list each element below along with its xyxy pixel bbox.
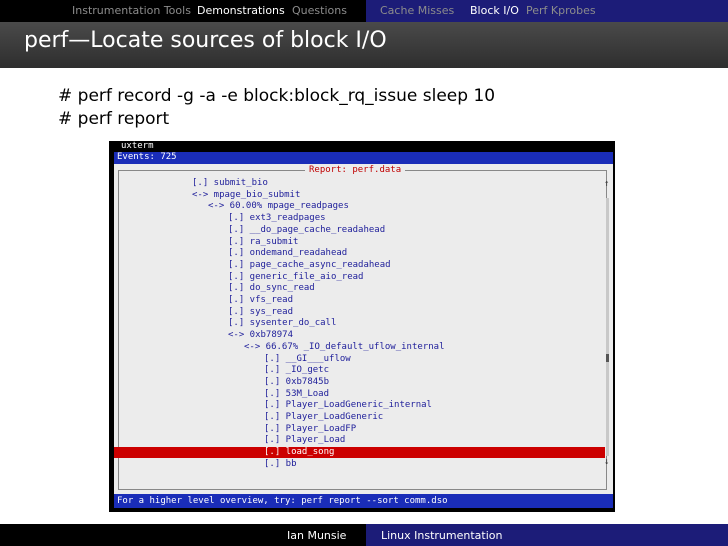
terminal-window-title: uxterm: [121, 141, 154, 151]
nav-subsection-block-io[interactable]: Block I/O: [470, 4, 519, 17]
callgraph-row[interactable]: [.] sys_read: [114, 307, 293, 318]
callgraph-row[interactable]: [.] 0xb7845b: [114, 377, 329, 388]
callgraph-symbol: [.] Player_Load: [264, 435, 346, 446]
callgraph-row[interactable]: [.] Player_LoadFP: [114, 424, 356, 435]
callgraph-row[interactable]: [.] load_song: [114, 447, 605, 459]
events-count: Events: 725: [117, 152, 177, 162]
callgraph-row[interactable]: [.] 53M_Load: [114, 389, 329, 400]
callgraph-symbol: <-> 60.00% mpage_readpages: [208, 201, 349, 212]
command-record: # perf record -g -a -e block:block_rq_is…: [58, 86, 496, 106]
hint-text: For a higher level overview, try: perf r…: [117, 496, 448, 506]
callgraph-symbol: <-> 0xb78974: [228, 330, 294, 341]
scroll-down-arrow-icon[interactable]: ↓: [604, 457, 609, 467]
callgraph-symbol: <-> 66.67% _IO_default_uflow_internal: [244, 341, 445, 352]
callgraph-row[interactable]: <-> mpage_bio_submit: [114, 190, 300, 201]
callgraph-symbol: [.] 0xb7845b: [264, 376, 330, 387]
callgraph-row[interactable]: [.] ra_submit: [114, 237, 298, 248]
callgraph-symbol: [.] sys_read: [228, 306, 294, 317]
callgraph-symbol: [.] do_sync_read: [228, 283, 315, 294]
callgraph-symbol: [.] bb: [264, 458, 297, 469]
callgraph-row[interactable]: [.] bb: [114, 459, 297, 470]
scrollbar-thumb[interactable]: [606, 354, 609, 362]
callgraph-symbol: [.] _IO_getc: [264, 365, 330, 376]
slide-title: perf—Locate sources of block I/O: [24, 28, 387, 53]
callgraph-symbol: [.] ondemand_readahead: [228, 248, 348, 259]
callgraph-symbol: [.] generic_file_aio_read: [228, 271, 364, 282]
callgraph-symbol: [.] load_song: [264, 447, 335, 458]
command-report: # perf report: [58, 109, 170, 129]
callgraph-row[interactable]: [.] ext3_readpages: [114, 213, 326, 224]
subsection-nav: Cache Misses Block I/O Perf Kprobes: [366, 0, 728, 22]
callgraph-symbol: [.] __do_page_cache_readahead: [228, 224, 386, 235]
callgraph-row[interactable]: [.] Player_LoadGeneric_internal: [114, 400, 432, 411]
callgraph-row[interactable]: [.] do_sync_read: [114, 283, 315, 294]
footer-talk-title: Linux Instrumentation: [381, 529, 503, 542]
callgraph-row[interactable]: [.] generic_file_aio_read: [114, 272, 363, 283]
hint-bar: For a higher level overview, try: perf r…: [114, 494, 613, 508]
callgraph-symbol: [.] Player_LoadGeneric_internal: [264, 400, 432, 411]
report-panel: Report: perf.data [.] submit_bio <-> mpag…: [114, 164, 613, 494]
scroll-up-arrow-icon[interactable]: ↑: [604, 179, 609, 189]
callgraph-symbol: [.] ext3_readpages: [228, 213, 326, 224]
nav-section-questions[interactable]: Questions: [292, 4, 347, 17]
scrollbar-track[interactable]: [606, 198, 609, 456]
nav-subsection-perf-kprobes[interactable]: Perf Kprobes: [526, 4, 596, 17]
callgraph-symbol: [.] 53M_Load: [264, 388, 330, 399]
nav-section-instrumentation-tools[interactable]: Instrumentation Tools: [72, 4, 191, 17]
nav-subsection-cache-misses[interactable]: Cache Misses: [380, 4, 454, 17]
callgraph-symbol: [.] Player_LoadGeneric: [264, 412, 384, 422]
callgraph-row[interactable]: [.] _IO_getc: [114, 365, 329, 376]
callgraph-symbol: [.] page_cache_async_readahead: [228, 259, 391, 270]
callgraph-symbol: <-> mpage_bio_submit: [192, 189, 301, 200]
callgraph-row[interactable]: <-> 0xb78974: [114, 330, 293, 341]
callgraph-symbol: [.] submit_bio: [192, 178, 268, 188]
callgraph-symbol: [.] __GI___uflow: [264, 353, 351, 364]
nav-section-demonstrations[interactable]: Demonstrations: [197, 4, 285, 17]
callgraph-row[interactable]: [.] page_cache_async_readahead: [114, 260, 391, 271]
callgraph-row[interactable]: <-> 60.00% mpage_readpages: [114, 201, 349, 212]
callgraph-row[interactable]: [.] __GI___uflow: [114, 354, 351, 365]
callgraph-symbol: [.] ra_submit: [228, 236, 299, 247]
callgraph-symbol: [.] sysenter_do_call: [228, 318, 337, 329]
footer-author: Ian Munsie: [287, 529, 347, 542]
callgraph-symbol: [.] vfs_read: [228, 295, 294, 305]
section-nav: Instrumentation Tools Demonstrations Que…: [0, 0, 366, 22]
callgraph-symbol: [.] Player_LoadFP: [264, 423, 357, 434]
callgraph-row[interactable]: [.] vfs_read: [114, 295, 293, 306]
callgraph-row[interactable]: [.] sysenter_do_call: [114, 318, 336, 329]
callgraph-row[interactable]: [.] __do_page_cache_readahead: [114, 225, 385, 236]
callgraph-row[interactable]: [.] submit_bio: [114, 178, 268, 189]
callgraph-row[interactable]: [.] Player_Load: [114, 435, 345, 446]
callgraph-row[interactable]: [.] Player_LoadGeneric: [114, 412, 383, 423]
perf-report-tui: Events: 725 Report: perf.data [.] submit…: [114, 152, 613, 508]
callgraph-row[interactable]: [.] ondemand_readahead: [114, 248, 347, 259]
events-bar: Events: 725: [114, 152, 613, 164]
callgraph-row[interactable]: <-> 66.67% _IO_default_uflow_internal: [114, 342, 444, 353]
report-title: Report: perf.data: [305, 165, 406, 175]
